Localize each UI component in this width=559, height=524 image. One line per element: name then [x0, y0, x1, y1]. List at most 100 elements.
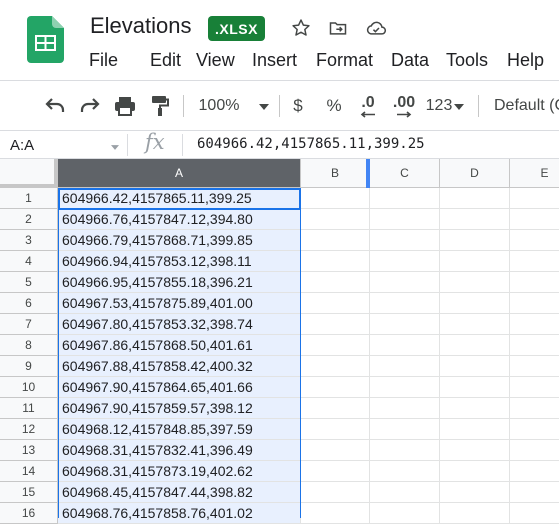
column-header-d[interactable]: D — [440, 159, 510, 188]
cell-e[interactable] — [510, 482, 559, 503]
row-header[interactable]: 8 — [0, 335, 58, 356]
cell-c[interactable] — [370, 440, 440, 461]
menu-edit[interactable]: Edit — [150, 50, 196, 71]
sheets-logo[interactable] — [27, 16, 64, 63]
cell-a[interactable]: 604966.94,4157853.12,398.11 — [58, 251, 301, 272]
cell-e[interactable] — [510, 503, 559, 524]
cell-b[interactable] — [301, 188, 370, 209]
row-header[interactable]: 14 — [0, 461, 58, 482]
cell-a[interactable]: 604967.88,4157858.42,400.32 — [58, 356, 301, 377]
cell-d[interactable] — [440, 293, 510, 314]
menu-insert[interactable]: Insert — [252, 50, 316, 71]
menu-data[interactable]: Data — [391, 50, 446, 71]
cell-b[interactable] — [301, 461, 370, 482]
cell-a[interactable]: 604966.76,4157847.12,394.80 — [58, 209, 301, 230]
cell-b[interactable] — [301, 356, 370, 377]
star-icon[interactable] — [288, 15, 314, 41]
cell-d[interactable] — [440, 440, 510, 461]
cell-a[interactable]: 604967.90,4157859.57,398.12 — [58, 398, 301, 419]
row-header[interactable]: 5 — [0, 272, 58, 293]
cell-b[interactable] — [301, 377, 370, 398]
cell-c[interactable] — [370, 356, 440, 377]
column-header-a[interactable]: A — [58, 159, 301, 188]
cell-e[interactable] — [510, 272, 559, 293]
cell-a[interactable]: 604967.80,4157853.32,398.74 — [58, 314, 301, 335]
cell-b[interactable] — [301, 335, 370, 356]
cell-e[interactable] — [510, 230, 559, 251]
cell-b[interactable] — [301, 209, 370, 230]
cell-e[interactable] — [510, 440, 559, 461]
cloud-saved-icon[interactable] — [363, 15, 389, 41]
cell-b[interactable] — [301, 293, 370, 314]
row-header[interactable]: 15 — [0, 482, 58, 503]
redo-icon[interactable] — [77, 91, 103, 121]
cell-c[interactable] — [370, 230, 440, 251]
cell-e[interactable] — [510, 461, 559, 482]
cell-c[interactable] — [370, 398, 440, 419]
cell-d[interactable] — [440, 419, 510, 440]
row-header[interactable]: 10 — [0, 377, 58, 398]
cell-d[interactable] — [440, 398, 510, 419]
cell-b[interactable] — [301, 503, 370, 524]
move-folder-icon[interactable] — [325, 15, 351, 41]
row-header[interactable]: 12 — [0, 419, 58, 440]
menu-file[interactable]: File — [89, 50, 150, 71]
row-header[interactable]: 1 — [0, 188, 58, 209]
formula-input[interactable]: 604966.42,4157865.11,399.25 — [197, 136, 425, 152]
cell-b[interactable] — [301, 314, 370, 335]
zoom-select[interactable]: 100% — [196, 91, 272, 121]
cell-d[interactable] — [440, 209, 510, 230]
cell-e[interactable] — [510, 356, 559, 377]
menu-format[interactable]: Format — [316, 50, 391, 71]
cell-d[interactable] — [440, 356, 510, 377]
currency-format-button[interactable]: $ — [287, 91, 309, 121]
row-header[interactable]: 16 — [0, 503, 58, 524]
cell-a[interactable]: 604966.42,4157865.11,399.25 — [58, 188, 301, 209]
cell-d[interactable] — [440, 230, 510, 251]
menu-view[interactable]: View — [196, 50, 252, 71]
cell-a[interactable]: 604966.79,4157868.71,399.85 — [58, 230, 301, 251]
cell-b[interactable] — [301, 419, 370, 440]
cell-b[interactable] — [301, 440, 370, 461]
cell-c[interactable] — [370, 293, 440, 314]
menu-help[interactable]: Help — [507, 50, 552, 71]
cell-e[interactable] — [510, 209, 559, 230]
cell-d[interactable] — [440, 482, 510, 503]
cell-e[interactable] — [510, 398, 559, 419]
undo-icon[interactable] — [42, 91, 68, 121]
menu-tools[interactable]: Tools — [446, 50, 507, 71]
cell-a[interactable]: 604968.31,4157873.19,402.62 — [58, 461, 301, 482]
cell-b[interactable] — [301, 272, 370, 293]
name-box[interactable]: A:A — [0, 132, 127, 158]
cell-b[interactable] — [301, 482, 370, 503]
row-header[interactable]: 2 — [0, 209, 58, 230]
cell-b[interactable] — [301, 230, 370, 251]
cell-e[interactable] — [510, 314, 559, 335]
row-header[interactable]: 6 — [0, 293, 58, 314]
more-formats-select[interactable]: 123 — [424, 91, 466, 121]
row-header[interactable]: 9 — [0, 356, 58, 377]
cell-e[interactable] — [510, 335, 559, 356]
cell-a[interactable]: 604968.12,4157848.85,397.59 — [58, 419, 301, 440]
cell-c[interactable] — [370, 314, 440, 335]
column-header-c[interactable]: C — [370, 159, 440, 188]
cell-a[interactable]: 604968.76,4157858.76,401.02 — [58, 503, 301, 524]
cell-e[interactable] — [510, 293, 559, 314]
cell-a[interactable]: 604968.45,4157847.44,398.82 — [58, 482, 301, 503]
cell-c[interactable] — [370, 335, 440, 356]
cell-d[interactable] — [440, 461, 510, 482]
cell-c[interactable] — [370, 188, 440, 209]
cell-a[interactable]: 604967.86,4157868.50,401.61 — [58, 335, 301, 356]
cell-e[interactable] — [510, 188, 559, 209]
cell-e[interactable] — [510, 377, 559, 398]
column-header-b[interactable]: B — [301, 159, 370, 188]
paint-format-icon[interactable] — [147, 91, 173, 121]
cell-d[interactable] — [440, 188, 510, 209]
cell-d[interactable] — [440, 314, 510, 335]
column-header-e[interactable]: E — [510, 159, 559, 188]
row-header[interactable]: 3 — [0, 230, 58, 251]
cell-c[interactable] — [370, 377, 440, 398]
row-header[interactable]: 13 — [0, 440, 58, 461]
cell-c[interactable] — [370, 251, 440, 272]
cell-a[interactable]: 604968.31,4157832.41,396.49 — [58, 440, 301, 461]
